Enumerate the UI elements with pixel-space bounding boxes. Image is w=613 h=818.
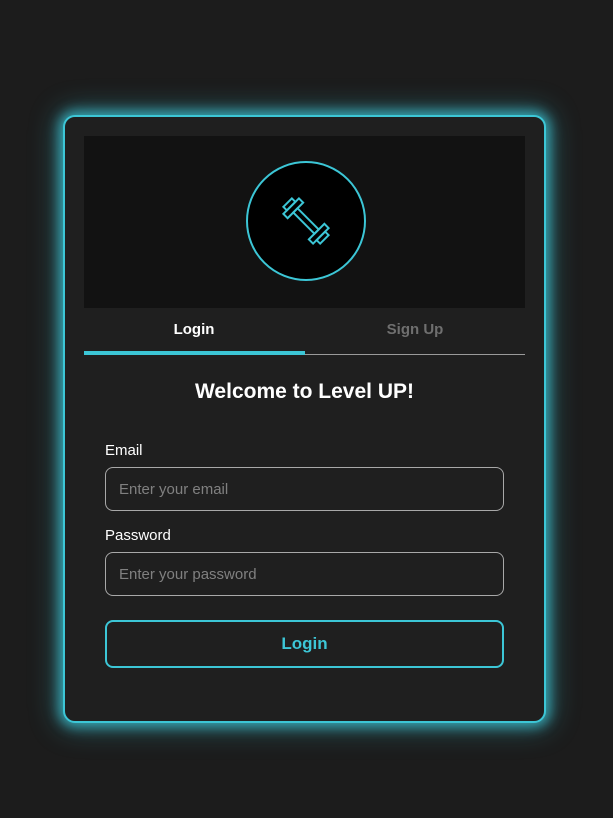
tab-sign-up[interactable]: Sign Up	[305, 308, 525, 354]
password-field[interactable]	[105, 552, 504, 596]
login-card: Login Sign Up Welcome to Level UP! Email…	[63, 115, 546, 723]
logo	[246, 161, 366, 281]
tab-login[interactable]: Login	[84, 308, 304, 354]
auth-tabs: Login Sign Up	[84, 308, 525, 355]
active-tab-indicator	[84, 351, 305, 355]
email-field[interactable]	[105, 467, 504, 511]
password-label: Password	[105, 527, 171, 544]
email-label: Email	[105, 442, 143, 459]
login-button[interactable]: Login	[105, 620, 504, 668]
dumbbell-icon	[281, 196, 331, 246]
logo-banner	[84, 136, 525, 308]
page-title: Welcome to Level UP!	[194, 380, 414, 403]
